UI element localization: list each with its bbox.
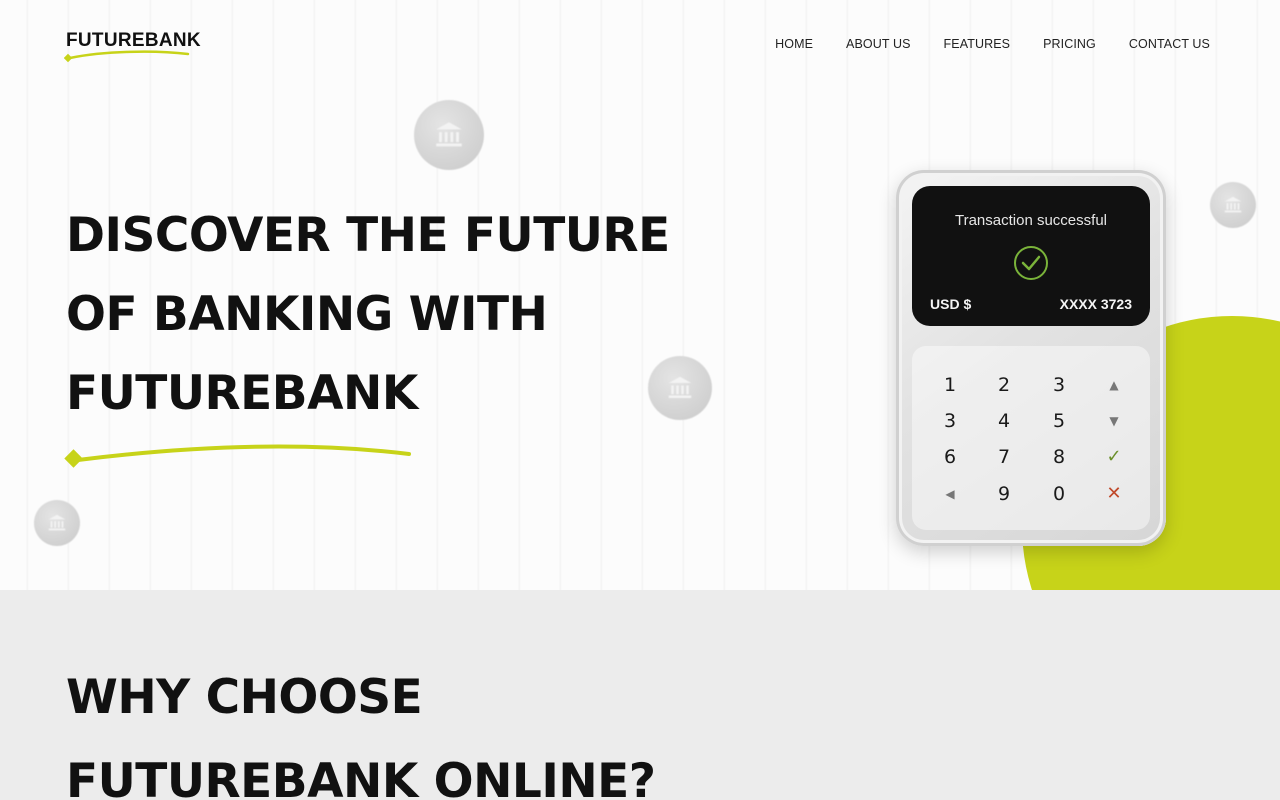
nav-about-us[interactable]: ABOUT US	[846, 37, 910, 51]
key-4: 4	[997, 410, 1011, 432]
card-number: XXXX 3723	[1059, 296, 1132, 312]
bank-icon	[414, 100, 484, 170]
back-arrow-icon: ◀	[945, 487, 955, 501]
check-icon	[1014, 246, 1048, 280]
hero-title-line: FUTUREBANK	[66, 366, 418, 421]
cancel-icon: ✕	[1106, 483, 1122, 504]
section-title-line: FUTUREBANK ONLINE?	[66, 754, 656, 800]
key-6: 6	[943, 446, 957, 468]
terminal-screen: Transaction successful USD $ XXXX 3723	[912, 186, 1150, 326]
up-arrow-icon: ▲	[1109, 378, 1119, 392]
hero-title-line: OF BANKING WITH	[66, 287, 548, 342]
nav-features[interactable]: FEATURES	[944, 37, 1011, 51]
hero-section: FUTUREBANK HOME ABOUT US FEATURES PRICIN…	[0, 0, 1280, 590]
swoosh-underline-icon	[64, 444, 411, 468]
payment-terminal-image: Transaction successful USD $ XXXX 3723 1…	[896, 170, 1166, 546]
key-8: 8	[1052, 446, 1066, 468]
key-2: 2	[997, 374, 1011, 396]
key-3: 3	[943, 410, 957, 432]
key-9: 9	[997, 483, 1011, 505]
hero-title: DISCOVER THE FUTURE OF BANKING WITH FUTU…	[66, 196, 706, 433]
keypad: 1 2 3 ▲ 3 4 5 ▼ 6 7 8 ✓ ◀ 9 0 ✕	[912, 346, 1150, 530]
key-5: 5	[1052, 410, 1066, 432]
why-choose-section: WHY CHOOSE FUTUREBANK ONLINE?	[0, 590, 1280, 800]
bank-icon	[1210, 182, 1256, 228]
logo-underline-icon	[64, 50, 190, 63]
key-3: 3	[1052, 374, 1066, 396]
section-title-line: WHY CHOOSE	[66, 670, 423, 725]
nav-pricing[interactable]: PRICING	[1043, 37, 1096, 51]
key-0: 0	[1052, 483, 1066, 505]
transaction-status: Transaction successful	[954, 212, 1107, 229]
nav-contact-us[interactable]: CONTACT US	[1129, 37, 1210, 51]
confirm-icon: ✓	[1106, 446, 1122, 467]
down-arrow-icon: ▼	[1109, 414, 1119, 428]
section-title: WHY CHOOSE FUTUREBANK ONLINE?	[66, 656, 656, 800]
hero-title-line: DISCOVER THE FUTURE	[66, 208, 670, 263]
nav-home[interactable]: HOME	[775, 37, 813, 51]
main-nav: HOME ABOUT US FEATURES PRICING CONTACT U…	[775, 37, 1210, 51]
key-1: 1	[943, 374, 957, 396]
key-7: 7	[997, 446, 1011, 468]
currency-label: USD $	[930, 296, 972, 312]
bank-icon	[34, 500, 80, 546]
